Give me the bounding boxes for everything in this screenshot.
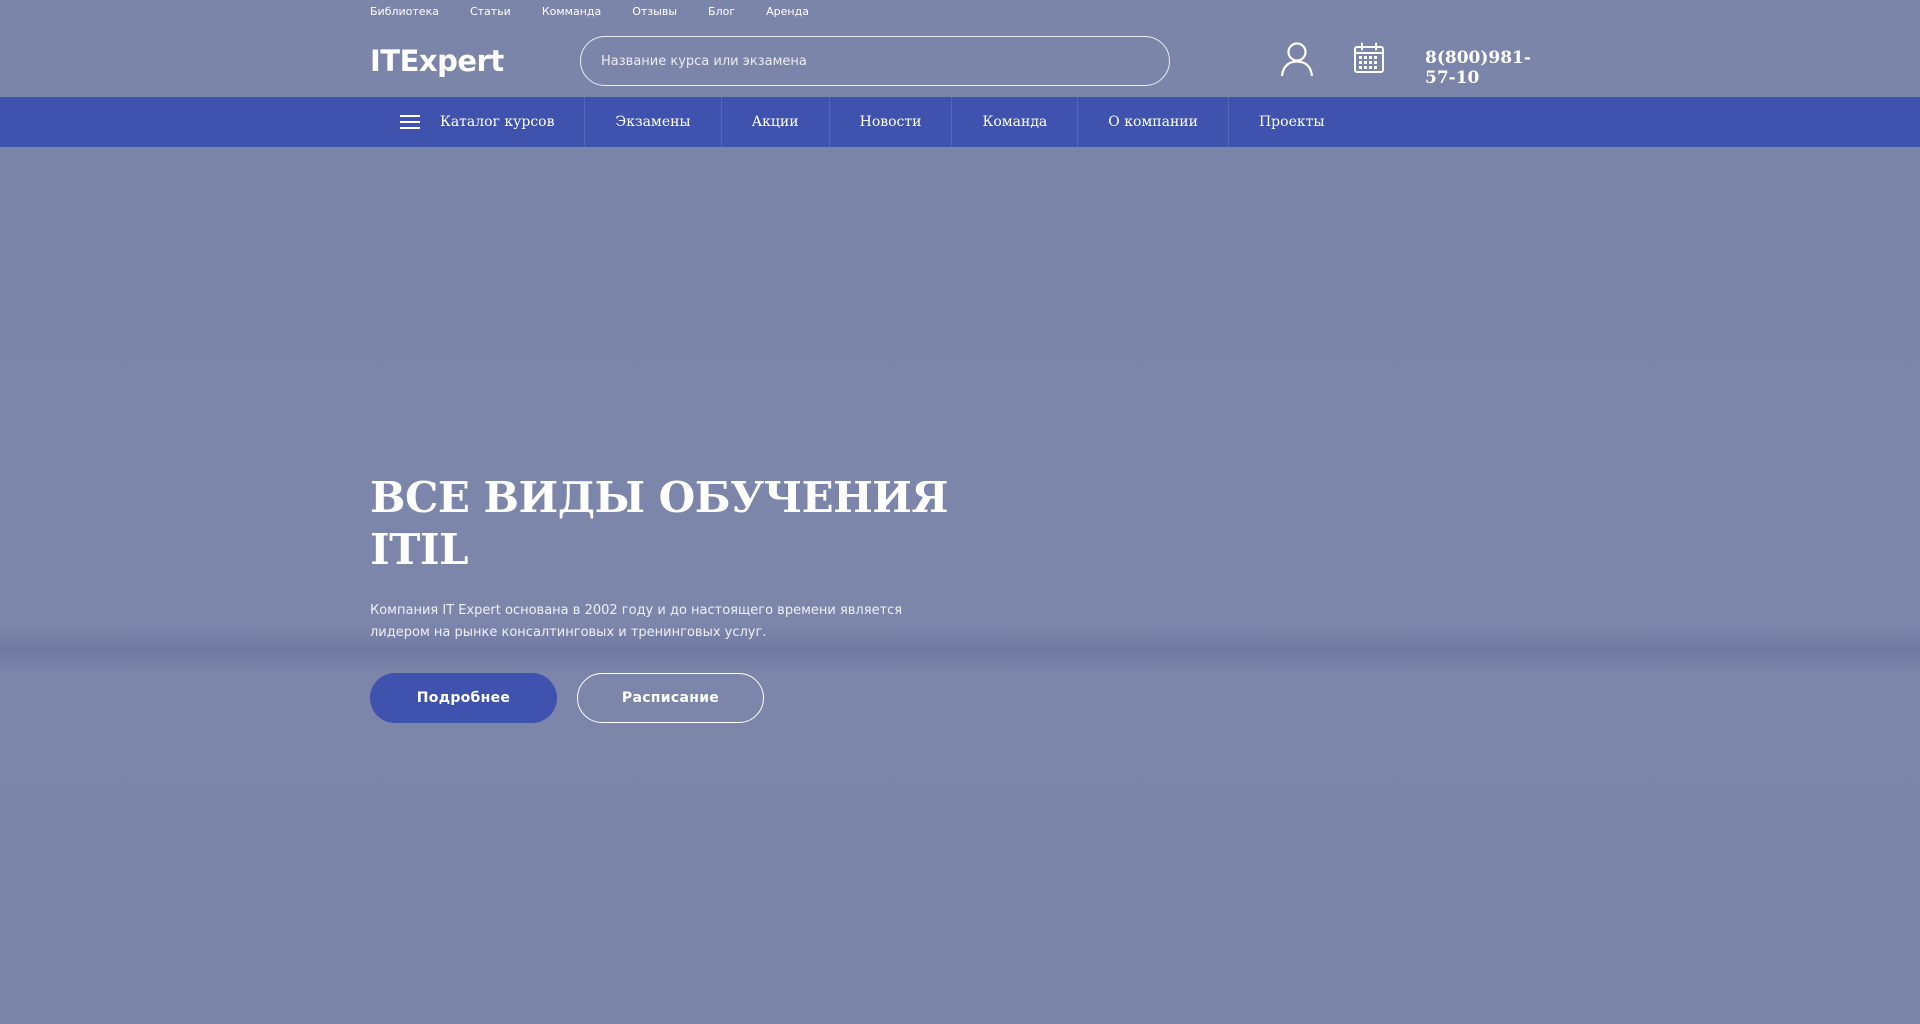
phone-number[interactable]: 8(800)981-57-10 — [1425, 48, 1550, 88]
details-button[interactable]: Подробнее — [370, 673, 557, 723]
search-input[interactable] — [580, 36, 1170, 86]
nav-item-catalog[interactable]: Каталог курсов — [370, 97, 586, 147]
nav-item-projects[interactable]: Проекты — [1229, 97, 1355, 147]
nav-item-catalog-label: Каталог курсов — [440, 114, 555, 130]
hero-buttons: Подробнее Расписание — [370, 673, 990, 723]
nav-item-about[interactable]: О компании — [1078, 97, 1229, 147]
top-link-reviews[interactable]: Отзывы — [632, 0, 677, 24]
main-navbar: Каталог курсов Экзамены Акции Новости Ко… — [0, 97, 1920, 147]
hero-title: ВСЕ ВИДЫ ОБУЧЕНИЯ ITIL — [370, 473, 949, 574]
header: ITExpert Название курса или экзамена 8(8… — [370, 34, 1550, 88]
nav-item-news[interactable]: Новости — [830, 97, 953, 147]
main-nav: Каталог курсов Экзамены Акции Новости Ко… — [370, 97, 1355, 147]
hero-description: Компания IT Expert основана в 2002 году … — [370, 603, 903, 640]
nav-item-exams[interactable]: Экзамены — [585, 97, 722, 147]
top-link-team[interactable]: Комманда — [542, 0, 601, 24]
site-logo[interactable]: ITExpert — [370, 44, 504, 78]
nav-item-team[interactable]: Команда — [952, 97, 1079, 147]
page: Библиотека Статьи Комманда Отзывы Блог А… — [0, 0, 1920, 1024]
user-icon[interactable] — [1280, 41, 1314, 77]
hero-section: ВСЕ ВИДЫ ОБУЧЕНИЯ ITIL Компания IT Exper… — [370, 472, 990, 723]
top-link-library[interactable]: Библиотека — [370, 0, 439, 24]
nav-item-promotions[interactable]: Акции — [722, 97, 830, 147]
top-link-articles[interactable]: Статьи — [470, 0, 511, 24]
top-link-blog[interactable]: Блог — [708, 0, 735, 24]
schedule-button[interactable]: Расписание — [577, 673, 764, 723]
top-link-rent[interactable]: Аренда — [766, 0, 809, 24]
menu-icon — [400, 115, 420, 129]
top-links-bar: Библиотека Статьи Комманда Отзывы Блог А… — [370, 0, 1550, 24]
calendar-icon[interactable] — [1353, 42, 1385, 74]
